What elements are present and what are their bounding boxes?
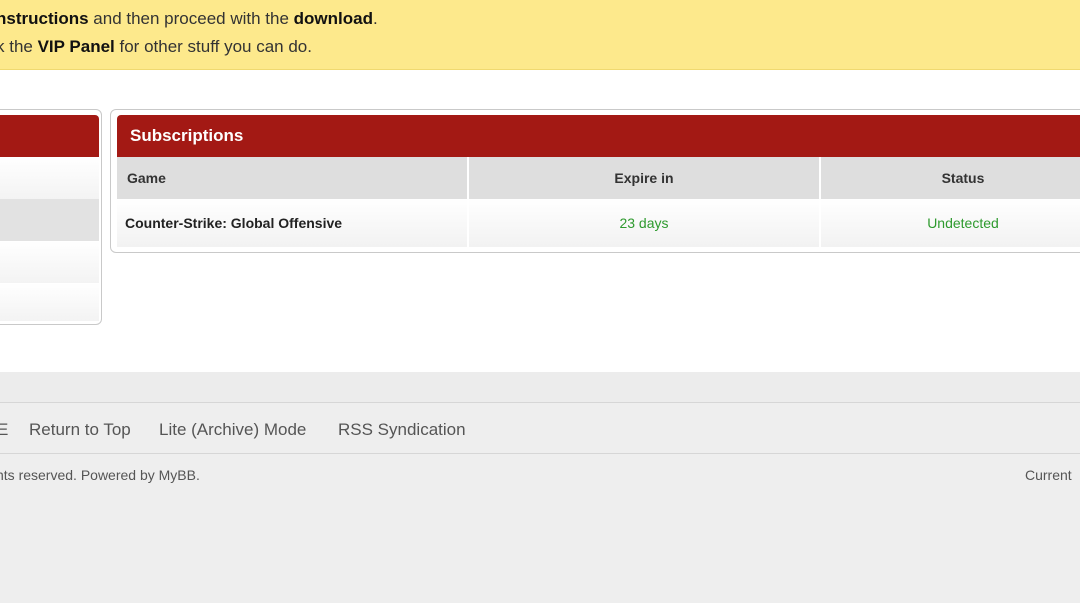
subscriptions-table: Game Expire in Status Counter-Strike: Gl… xyxy=(117,157,1080,247)
column-header-expire: Expire in xyxy=(468,157,821,199)
column-header-game: Game xyxy=(117,157,469,199)
left-panel-item[interactable] xyxy=(0,283,99,321)
copyright-text: nts reserved. Powered by MyBB. xyxy=(0,467,200,483)
current-time-text: Current xyxy=(1025,467,1072,483)
return-to-top-link[interactable]: Return to Top xyxy=(29,420,131,440)
page: nstructions and then proceed with the do… xyxy=(0,0,1080,603)
notice-line-1: nstructions and then proceed with the do… xyxy=(0,9,378,29)
notice-line-2: k the VIP Panel for other stuff you can … xyxy=(0,37,312,57)
download-text[interactable]: download xyxy=(294,9,373,28)
notice-text: for other stuff you can do. xyxy=(114,37,312,56)
footer-links-bar: E Return to Top Lite (Archive) Mode RSS … xyxy=(0,402,1080,454)
footer-link-partial[interactable]: E xyxy=(0,420,8,440)
notice-text: k the xyxy=(0,37,38,56)
left-panel-item-active[interactable] xyxy=(0,199,99,242)
left-panel-item[interactable] xyxy=(0,157,99,200)
lite-mode-link[interactable]: Lite (Archive) Mode xyxy=(159,420,306,440)
left-nav-panel xyxy=(0,109,102,325)
cell-expire: 23 days xyxy=(468,199,821,247)
notice-punctuation: . xyxy=(372,9,378,28)
cell-status: Undetected xyxy=(820,199,1080,247)
left-panel-header xyxy=(0,115,99,157)
vip-panel-link[interactable]: VIP Panel xyxy=(38,37,115,56)
table-header-row: Game Expire in Status xyxy=(117,157,1080,199)
notice-text: and then proceed with the xyxy=(88,9,294,28)
subscriptions-title: Subscriptions xyxy=(117,115,1080,157)
notice-banner: nstructions and then proceed with the do… xyxy=(0,0,1080,70)
cell-game: Counter-Strike: Global Offensive xyxy=(117,199,469,247)
column-header-status: Status xyxy=(820,157,1080,199)
footer-bottom: nts reserved. Powered by MyBB. Current xyxy=(0,454,1080,603)
left-panel-item[interactable] xyxy=(0,241,99,284)
footer-top-strip xyxy=(0,372,1080,402)
table-row: Counter-Strike: Global Offensive 23 days… xyxy=(117,199,1080,247)
instructions-text[interactable]: nstructions xyxy=(0,9,89,28)
rss-syndication-link[interactable]: RSS Syndication xyxy=(338,420,466,440)
subscriptions-panel: Subscriptions Game Expire in Status Coun… xyxy=(110,109,1080,253)
